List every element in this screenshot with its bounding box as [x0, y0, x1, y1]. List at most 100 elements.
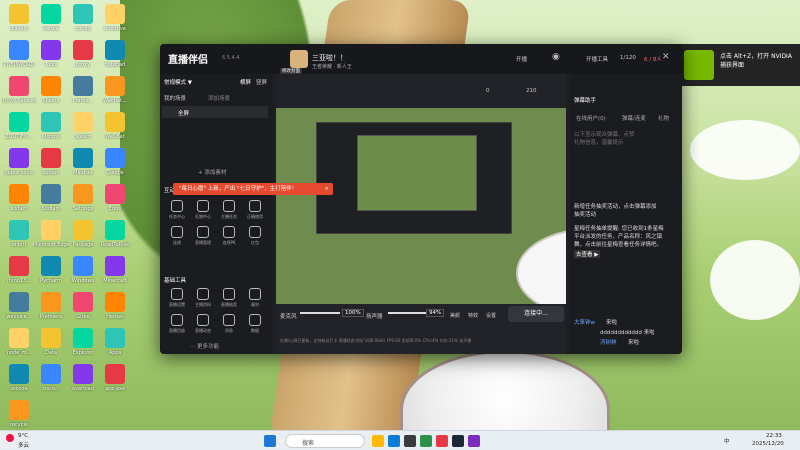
stream-preview[interactable] — [276, 108, 566, 304]
desktop-icon-label: proxy — [76, 62, 90, 68]
tool-button[interactable]: 主播任务 — [218, 200, 240, 220]
tool-button[interactable]: 数据 — [244, 314, 266, 334]
close-icon[interactable]: ✕ — [662, 52, 670, 62]
tab-online-users[interactable]: 在线用户(0) — [576, 114, 606, 122]
nvidia-hint: 点击 Alt+Z，打开 NVIDIA 捕获界面 — [720, 53, 792, 69]
desktop-icon-label: RoadToRise — [100, 242, 130, 248]
tool-icon — [249, 200, 261, 212]
weather-icon[interactable] — [6, 434, 14, 442]
desktop-icon-label: diavelo — [9, 26, 29, 32]
desktop-icon-label: Explorer — [72, 350, 94, 356]
tab-danmaku[interactable]: 弹幕/连麦 — [622, 114, 646, 122]
mic-percent[interactable]: 100% — [342, 309, 364, 317]
mic-label[interactable]: 麦克风 — [280, 312, 297, 320]
tool-button[interactable]: 福利 — [244, 288, 266, 308]
close-icon[interactable]: × — [324, 183, 329, 195]
viewer-count: 1/120 — [620, 55, 636, 61]
tools-link[interactable]: 开播工具 — [586, 55, 608, 63]
tool-button[interactable]: 正确使用 — [244, 200, 266, 220]
more-features-button[interactable]: ··· 更多功能 — [190, 342, 219, 350]
explorer-icon[interactable] — [372, 435, 384, 447]
view-task-button[interactable]: 去查看 ▶ — [574, 250, 601, 258]
desktop-icon-label: Settings — [72, 206, 94, 212]
start-icon[interactable] — [264, 435, 276, 447]
app-shortcut-icon — [9, 292, 29, 312]
desktop-icon-label: node_m... — [6, 350, 32, 356]
tool-button[interactable]: 礼物中心 — [192, 200, 214, 220]
tool-label: 任务中心 — [169, 214, 185, 219]
tab-landscape[interactable]: 横屏 — [240, 78, 251, 86]
wechat-icon[interactable] — [420, 435, 432, 447]
connect-button[interactable]: 连接中... — [508, 306, 564, 322]
user-icon[interactable]: ◉ — [552, 52, 560, 62]
nvidia-overlay[interactable]: 点击 Alt+Z，打开 NVIDIA 捕获界面 — [678, 44, 800, 86]
desktop-icon-label: (((o))) Sensors... — [1, 98, 37, 104]
app-shortcut-icon — [9, 76, 29, 96]
edge-icon[interactable] — [388, 435, 400, 447]
tool-button[interactable]: 直播动态 — [192, 314, 214, 334]
stream-avatar[interactable] — [290, 50, 308, 68]
app-shortcut-icon — [105, 220, 125, 240]
terminal-icon[interactable] — [404, 435, 416, 447]
promo-tooltip[interactable]: "每日心愿" 上新，产出 "七日守护"，主打陪伴！ × — [173, 183, 333, 195]
scene-item[interactable]: 全屏 — [162, 106, 268, 118]
tool-button[interactable]: 直播管理 — [192, 226, 214, 246]
search-box[interactable]: 搜索 — [285, 434, 365, 448]
desktop-icon-label: overload — [72, 386, 94, 392]
tab-gifts[interactable]: 礼物 — [658, 114, 669, 122]
desktop-icon[interactable]: overload — [65, 362, 101, 404]
app-shortcut-icon — [73, 256, 93, 276]
chat-user[interactable]: 河树林 — [600, 338, 617, 346]
desktop-icon-label: Sheets — [42, 98, 60, 104]
clock-time[interactable]: 22:33 — [766, 433, 782, 439]
mic-slider[interactable] — [300, 312, 340, 314]
app-icon[interactable] — [468, 435, 480, 447]
add-material-button[interactable]: + 添加素材 — [198, 168, 226, 176]
basic-tools-label: 基础工具 — [164, 278, 187, 284]
scene-add[interactable]: 添加场景 — [208, 94, 230, 102]
speaker-slider[interactable] — [388, 312, 426, 314]
desktop-icon[interactable]: app.exe — [97, 362, 133, 404]
app-title: 直播伴侣 — [168, 55, 208, 66]
steam-icon[interactable] — [452, 435, 464, 447]
tool-button[interactable]: 连线 — [166, 226, 188, 246]
stream-tag: 王者荣耀 · 新人王 — [312, 64, 352, 70]
tool-icon — [223, 200, 235, 212]
desktop-icon-label: sodam — [10, 206, 28, 212]
app-shortcut-icon — [41, 364, 61, 384]
app-shortcut-icon — [9, 328, 29, 348]
weather-temp[interactable]: 9°C — [18, 433, 28, 439]
settings-button[interactable]: 设置 — [486, 312, 496, 319]
chat-user[interactable]: 大笨钟w — [574, 318, 595, 326]
desktop-icon-label: kerbie — [43, 26, 59, 32]
title-bar: 直播伴侣 6.5.4.4 三亚啦！！ 王者荣耀 · 新人王 修改封面 开播 开播… — [160, 44, 682, 74]
room-count: 6 / 8人 — [644, 57, 662, 63]
start-live-link[interactable]: 开播 — [516, 55, 527, 63]
speaker-label[interactable]: 扬声器 — [366, 312, 383, 320]
live-companion-icon[interactable] — [436, 435, 448, 447]
tool-button[interactable]: 直播设置 — [166, 288, 188, 308]
tool-button[interactable]: 直播抽奖 — [218, 288, 240, 308]
desktop-icon-label: PDF转WORD — [3, 62, 35, 68]
app-shortcut-icon — [41, 4, 61, 24]
effects-button[interactable]: 特效 — [468, 312, 478, 319]
app-shortcut-icon — [41, 256, 61, 276]
desktop-icon-label: notepad — [104, 62, 126, 68]
mode-select[interactable]: 常规模式 ▼ — [164, 78, 192, 86]
speaker-percent[interactable]: 94% — [426, 309, 445, 317]
tool-button[interactable]: 红包 — [244, 226, 266, 246]
tool-button[interactable]: 消息 — [218, 314, 240, 334]
app-shortcut-icon — [9, 400, 29, 420]
tool-button[interactable]: 任务中心 — [166, 200, 188, 220]
stream-title[interactable]: 三亚啦！！ — [312, 53, 347, 63]
tool-button[interactable]: 直播回放 — [166, 314, 188, 334]
desktop-icon[interactable]: cisco... — [33, 362, 69, 404]
clock-date[interactable]: 2025/12/20 — [752, 441, 784, 447]
input-lang[interactable]: 中 — [724, 437, 730, 445]
app-shortcut-icon — [105, 148, 125, 168]
app-shortcut-icon — [41, 40, 61, 60]
tool-button[interactable]: 主播资料 — [192, 288, 214, 308]
tool-button[interactable]: 连线PK — [218, 226, 240, 246]
beauty-button[interactable]: 美颜 — [450, 312, 460, 319]
tab-portrait[interactable]: 竖屏 — [256, 78, 267, 86]
